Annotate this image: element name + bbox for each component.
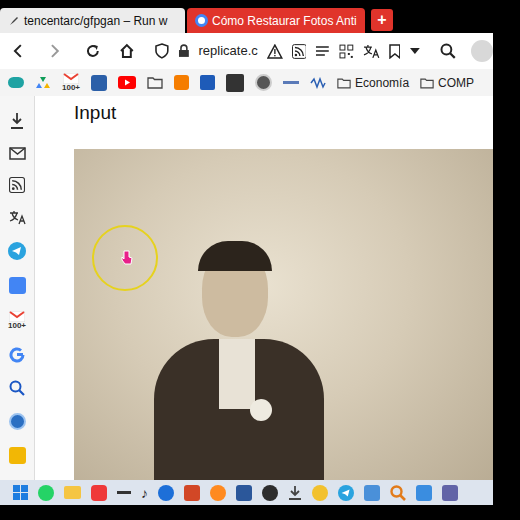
toolbar: replicate.c xyxy=(0,33,493,69)
dark-site-icon[interactable] xyxy=(226,74,244,92)
gmail-icon xyxy=(63,73,79,84)
search-panel-icon[interactable] xyxy=(9,380,25,396)
powerpoint-icon[interactable] xyxy=(184,485,200,501)
wave-site-icon[interactable] xyxy=(310,77,326,89)
rss-bookmark-icon[interactable] xyxy=(91,75,107,91)
browser-window: tencentarc/gfpgan – Run w Cómo Restaurar… xyxy=(0,0,493,505)
photos-app-icon[interactable] xyxy=(416,485,432,501)
feed-icon[interactable] xyxy=(9,177,25,193)
google-translate-icon[interactable] xyxy=(9,277,26,294)
panel-icon[interactable] xyxy=(9,447,26,464)
rocket-icon xyxy=(8,15,20,27)
browser-tab[interactable]: Cómo Restaurar Fotos Anti xyxy=(187,8,365,33)
hand-cursor-icon xyxy=(121,250,133,265)
dropdown-icon[interactable] xyxy=(409,47,421,55)
google-icon xyxy=(195,14,208,27)
home-icon[interactable] xyxy=(118,42,136,60)
blue-site-icon[interactable] xyxy=(200,75,215,90)
google-drive-icon[interactable] xyxy=(35,76,51,90)
translate-icon[interactable] xyxy=(363,44,380,59)
mail-icon[interactable] xyxy=(9,147,26,160)
firefox-icon[interactable] xyxy=(210,485,226,501)
telegram-icon[interactable] xyxy=(8,242,26,260)
reader-icon[interactable] xyxy=(315,45,330,58)
gmail-bookmark[interactable]: 100+ xyxy=(62,73,80,92)
bookmark-folder[interactable]: COMP xyxy=(420,74,474,92)
yellow-app-icon[interactable] xyxy=(312,485,328,501)
teams-app-icon[interactable] xyxy=(442,485,458,501)
shield-icon[interactable] xyxy=(155,43,169,59)
app-icon[interactable] xyxy=(158,485,174,501)
dark-app-icon[interactable] xyxy=(262,485,278,501)
whatsapp-icon[interactable] xyxy=(38,485,54,501)
address-bar[interactable]: replicate.c xyxy=(199,41,258,61)
qr-code-icon[interactable] xyxy=(339,44,354,59)
forward-icon[interactable] xyxy=(47,43,63,59)
taskbar-dash-icon[interactable] xyxy=(117,491,131,494)
search-app-icon[interactable] xyxy=(390,485,406,501)
folder-icon xyxy=(337,77,351,89)
taskbar: ♪ xyxy=(0,480,493,505)
download-icon[interactable] xyxy=(9,112,25,130)
windows-start-icon[interactable] xyxy=(13,485,28,500)
music-icon[interactable]: ♪ xyxy=(141,486,148,500)
gmail-panel[interactable]: 100+ xyxy=(8,311,26,330)
blue-app-icon[interactable] xyxy=(236,485,252,501)
google-icon[interactable] xyxy=(9,347,25,363)
blogger-icon[interactable] xyxy=(174,75,189,90)
tab-strip: tencentarc/gfpgan – Run w Cómo Restaurar… xyxy=(0,0,493,33)
bookmark-icon[interactable] xyxy=(389,44,401,59)
file-explorer-icon[interactable] xyxy=(64,486,81,499)
bookmarks-bar: 100+ Economía COMP xyxy=(0,69,493,96)
back-icon[interactable] xyxy=(10,43,26,59)
warning-icon[interactable] xyxy=(267,44,283,59)
reload-icon[interactable] xyxy=(84,42,102,60)
new-tab-button[interactable]: + xyxy=(371,9,393,31)
lock-icon[interactable] xyxy=(178,44,190,58)
browser-tab[interactable]: tencentarc/gfpgan – Run w xyxy=(0,8,185,33)
gmail-icon xyxy=(9,311,25,322)
feed-panel-icon[interactable] xyxy=(9,413,26,430)
sidebar: 100+ xyxy=(0,96,35,480)
translate-icon[interactable] xyxy=(9,210,26,225)
youtube-icon[interactable] xyxy=(118,76,136,89)
bookmark-folder[interactable]: Economía xyxy=(337,74,409,92)
folder-icon[interactable] xyxy=(147,76,163,89)
profile-avatar-icon[interactable] xyxy=(471,40,493,62)
dash-site-icon[interactable] xyxy=(283,81,299,84)
telegram-app-icon[interactable] xyxy=(338,485,354,501)
page-content: Input xyxy=(35,96,493,480)
cloud-app-icon[interactable] xyxy=(364,485,380,501)
download-app-icon[interactable] xyxy=(288,485,302,500)
rss-icon[interactable] xyxy=(292,44,307,59)
vivaldi-icon[interactable] xyxy=(91,485,107,501)
search-icon[interactable] xyxy=(440,43,456,59)
folder-icon xyxy=(420,77,434,89)
cloud-icon[interactable] xyxy=(8,77,24,88)
main-area: 100+ Input xyxy=(0,96,493,480)
input-photo xyxy=(74,149,493,480)
round-site-icon[interactable] xyxy=(255,74,272,91)
